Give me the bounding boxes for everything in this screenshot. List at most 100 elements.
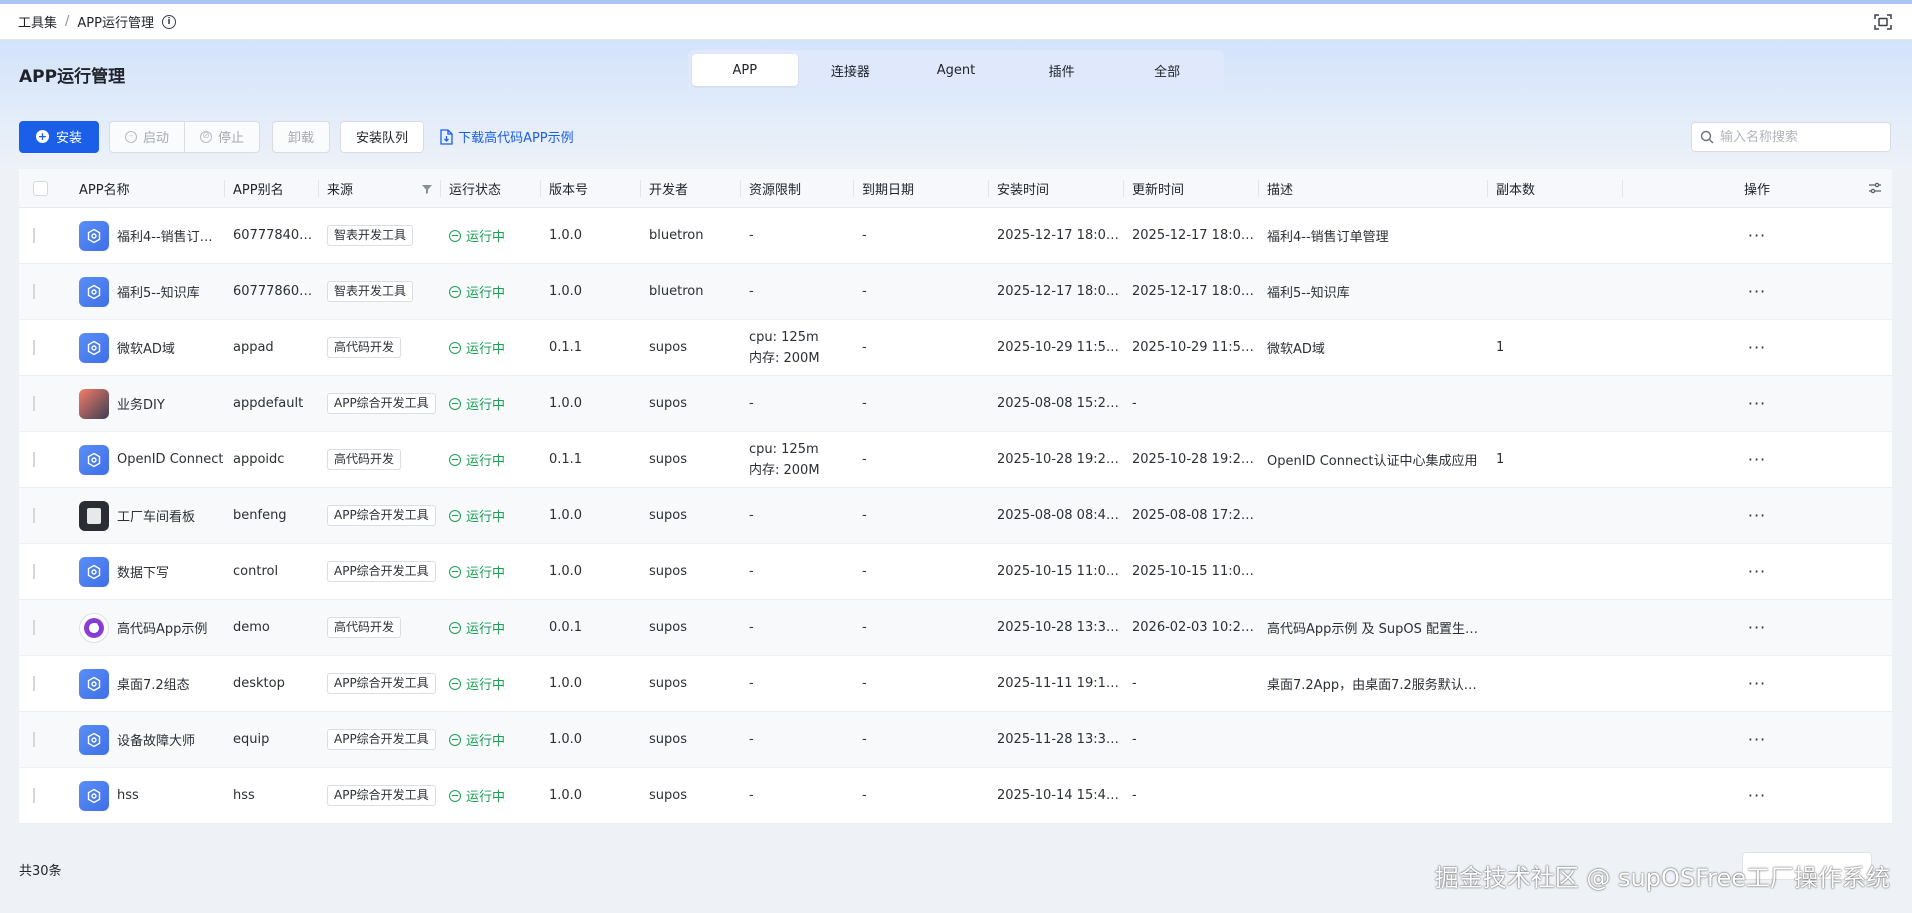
more-actions-button[interactable]: ··· <box>1622 226 1892 245</box>
row-checkbox[interactable] <box>33 284 35 299</box>
cell-status: 运行中 <box>440 562 540 581</box>
more-actions-button[interactable]: ··· <box>1622 786 1892 805</box>
cell-expire: - <box>862 396 867 411</box>
more-actions-button[interactable]: ··· <box>1622 338 1892 357</box>
stop-button[interactable]: ⊘ 停止 <box>185 120 261 153</box>
download-example-link[interactable]: 下载高代码APP示例 <box>440 127 574 146</box>
more-actions-button[interactable]: ··· <box>1622 618 1892 637</box>
breadcrumb-root[interactable]: 工具集 <box>18 12 57 31</box>
cell-app-name: 福利5--知识库 <box>70 276 224 307</box>
start-button[interactable]: – 启动 <box>109 120 186 153</box>
cell-updated: 2025-10-29 11:56:26 <box>1132 340 1258 355</box>
row-checkbox[interactable] <box>33 732 35 747</box>
cell-updated: - <box>1132 676 1137 691</box>
row-checkbox[interactable] <box>33 452 35 467</box>
uninstall-button[interactable]: 卸载 <box>272 120 331 153</box>
app-name[interactable]: 桌面7.2组态 <box>117 674 190 693</box>
cell-version: 0.1.1 <box>549 452 583 467</box>
app-name[interactable]: 福利5--知识库 <box>117 282 200 301</box>
cell-status: 运行中 <box>440 786 540 805</box>
search-input[interactable] <box>1720 129 1882 145</box>
row-checkbox[interactable] <box>33 340 35 355</box>
app-name[interactable]: 业务DIY <box>117 394 165 413</box>
breadcrumb-separator: / <box>65 14 70 29</box>
tab-all[interactable]: 全部 <box>1114 54 1220 86</box>
row-checkbox[interactable] <box>33 620 35 635</box>
tab-app[interactable]: APP <box>692 54 798 86</box>
cell-description: 福利5--知识库 <box>1267 286 1350 301</box>
cell-alias: benfeng <box>233 508 287 523</box>
header-source-label: 来源 <box>327 182 354 198</box>
cell-app-name: OpenID Connect <box>70 444 224 475</box>
status-label: 运行中 <box>466 734 506 749</box>
table-row[interactable]: 福利4--销售订单... 607778409... 智表开发工具 运行中 1.0.0 bl… <box>19 208 1892 264</box>
cell-version: 1.0.0 <box>549 508 583 523</box>
resource-line: 内存: 200M <box>749 350 820 366</box>
cell-expire: - <box>862 508 867 523</box>
row-checkbox[interactable] <box>33 788 35 803</box>
cell-alias: 607778602... <box>233 284 318 299</box>
more-actions-button[interactable]: ··· <box>1622 394 1892 413</box>
row-checkbox[interactable] <box>33 228 35 243</box>
table-row[interactable]: hss hss APP综合开发工具 运行中 1.0.0 supos - -2025-10-14… <box>19 768 1892 824</box>
cell-version: 0.0.1 <box>549 620 583 635</box>
running-status-icon <box>449 677 461 690</box>
tab-agent[interactable]: Agent <box>903 54 1009 86</box>
app-name[interactable]: 设备故障大师 <box>117 730 195 749</box>
install-queue-button[interactable]: 安装队列 <box>340 120 425 153</box>
cell-version: 0.1.1 <box>549 340 583 355</box>
table-row[interactable]: 桌面7.2组态 desktop APP综合开发工具 运行中 1.0.0 supos - -20… <box>19 656 1892 712</box>
install-button[interactable]: + 安装 <box>19 120 99 153</box>
table-row[interactable]: 数据下写 control APP综合开发工具 运行中 1.0.0 supos - - 2025-… <box>19 544 1892 600</box>
more-actions-button[interactable]: ··· <box>1622 674 1892 693</box>
tab-connector[interactable]: 连接器 <box>798 54 904 86</box>
cell-status: 运行中 <box>440 282 540 301</box>
table-row[interactable]: OpenID Connect appoidc 高代码开发 运行中 0.1.1 supos c… <box>19 432 1892 488</box>
cell-select <box>19 620 70 635</box>
fullscreen-icon[interactable] <box>1874 14 1892 30</box>
filter-icon[interactable] <box>422 184 432 194</box>
cell-replicas: 1 <box>1496 452 1505 467</box>
cell-status: 运行中 <box>440 338 540 357</box>
tab-plugin[interactable]: 插件 <box>1009 54 1115 86</box>
cell-select <box>19 228 70 243</box>
cell-source: 高代码开发 <box>318 617 440 638</box>
resource-line: cpu: 125m <box>749 329 819 345</box>
table-row[interactable]: 业务DIY appdefault APP综合开发工具 运行中 1.0.0 supos - -2… <box>19 376 1892 432</box>
status-label: 运行中 <box>466 790 506 805</box>
table-row[interactable]: 设备故障大师 equip APP综合开发工具 运行中 1.0.0 supos - -2025-… <box>19 712 1892 768</box>
info-icon[interactable]: i <box>161 14 176 29</box>
app-name[interactable]: hss <box>117 788 139 803</box>
app-name[interactable]: OpenID Connect <box>117 452 223 467</box>
cell-resource: - <box>749 676 754 691</box>
more-actions-button[interactable]: ··· <box>1622 562 1892 581</box>
app-name[interactable]: 福利4--销售订单... <box>117 226 224 245</box>
table-row[interactable]: C 高代码App示例 demo 高代码开发 运行中 0.0.1 supos - - 2025-10… <box>19 600 1892 656</box>
more-actions-button[interactable]: ··· <box>1622 506 1892 525</box>
start-icon: – <box>125 130 137 143</box>
select-all-checkbox[interactable] <box>33 180 48 196</box>
table-row[interactable]: 福利5--知识库 607778602... 智表开发工具 运行中 1.0.0 bluetr… <box>19 264 1892 320</box>
cell-status: 运行中 <box>440 394 540 413</box>
more-actions-button[interactable]: ··· <box>1622 730 1892 749</box>
more-actions-button[interactable]: ··· <box>1622 450 1892 469</box>
more-actions-button[interactable]: ··· <box>1622 282 1892 301</box>
table-body: 福利4--销售订单... 607778409... 智表开发工具 运行中 1.0.0 bl… <box>19 208 1892 824</box>
cell-version: 1.0.0 <box>549 396 583 411</box>
row-checkbox[interactable] <box>33 676 35 691</box>
cell-source: APP综合开发工具 <box>318 505 440 526</box>
cell-resource: - <box>749 396 754 411</box>
table-row[interactable]: 微软AD域 appad 高代码开发 运行中 0.1.1 supos cpu: 125m 内存:… <box>19 320 1892 376</box>
app-name[interactable]: 微软AD域 <box>117 338 175 357</box>
row-checkbox[interactable] <box>33 396 35 411</box>
row-checkbox[interactable] <box>33 508 35 523</box>
column-settings-icon[interactable] <box>1868 181 1882 195</box>
app-name[interactable]: 数据下写 <box>117 562 169 581</box>
app-name[interactable]: 工厂车间看板 <box>117 506 195 525</box>
table-row[interactable]: 工厂车间看板 benfeng APP综合开发工具 运行中 1.0.0 supos - - 202… <box>19 488 1892 544</box>
header-description: 描述 <box>1258 169 1487 208</box>
cell-updated: - <box>1132 732 1137 747</box>
cell-status: 运行中 <box>440 730 540 749</box>
row-checkbox[interactable] <box>33 564 35 579</box>
app-name[interactable]: 高代码App示例 <box>117 618 207 637</box>
